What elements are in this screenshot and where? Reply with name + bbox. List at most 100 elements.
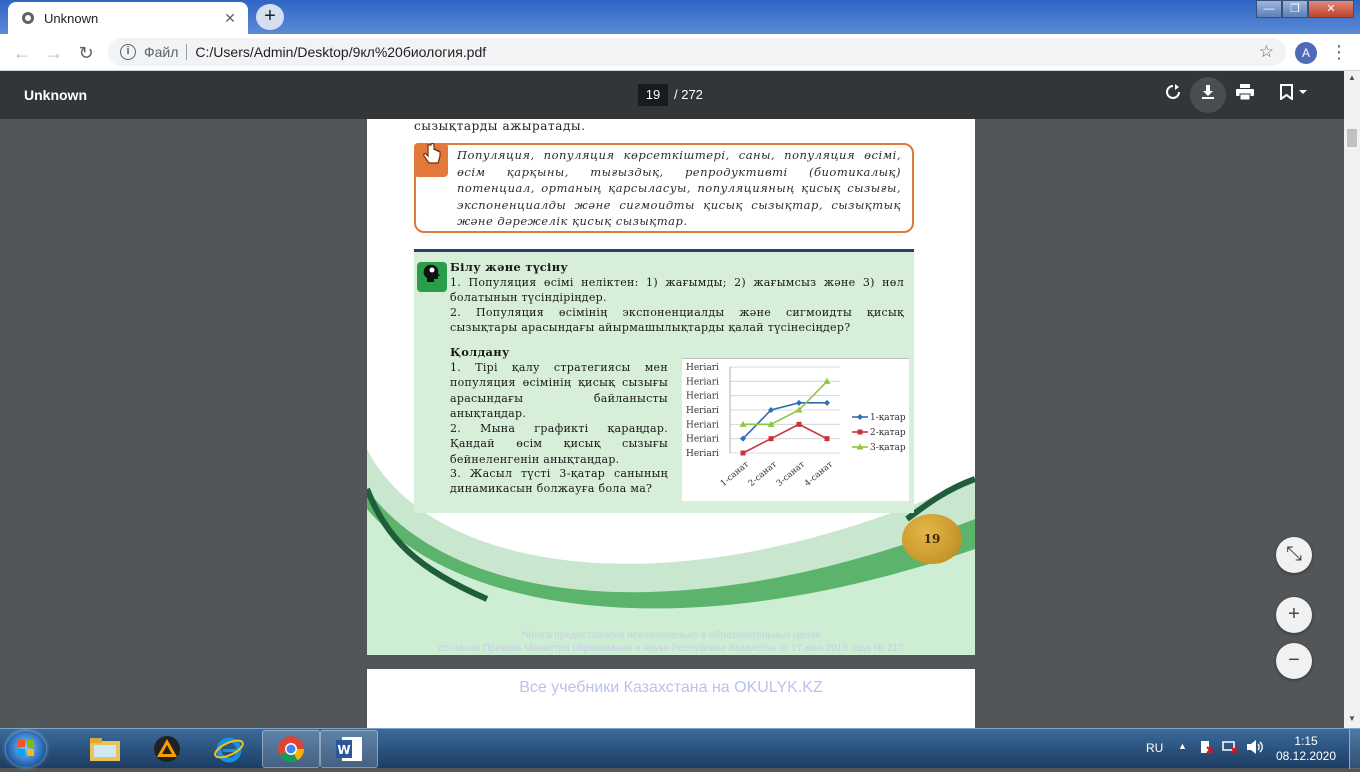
chart-y-tick-label: Heriarі bbox=[686, 449, 719, 459]
page-number-badge: 19 bbox=[902, 514, 962, 564]
chart-y-tick-label: Heriarі bbox=[686, 392, 719, 402]
scroll-down-icon[interactable]: ▼ bbox=[1344, 714, 1360, 728]
chart-legend-marker bbox=[857, 414, 863, 420]
chart-point bbox=[796, 399, 802, 406]
info-icon[interactable]: i bbox=[120, 44, 136, 60]
questions-box: Білу және түсіну 1. Популяция өсімі нелі… bbox=[414, 249, 914, 513]
explorer-taskbar-icon[interactable] bbox=[76, 730, 134, 768]
chart-y-tick-label: Heriarі bbox=[686, 435, 719, 445]
url-separator bbox=[186, 44, 188, 60]
document-title: Unknown bbox=[24, 87, 87, 103]
watermark-text: Все учебники Казахстана на OKULYK.KZ bbox=[519, 679, 823, 696]
download-icon[interactable] bbox=[1190, 77, 1226, 113]
chart-y-tick-label: Heriarі bbox=[686, 420, 719, 430]
page-number-input[interactable]: 19 bbox=[638, 84, 668, 106]
fit-page-button[interactable]: ⤡ bbox=[1276, 537, 1312, 573]
tab-close-icon[interactable]: ✕ bbox=[222, 10, 238, 26]
forward-button[interactable]: → bbox=[42, 41, 66, 65]
chart-series-line bbox=[742, 402, 827, 440]
chart-point bbox=[824, 436, 830, 442]
network-icon[interactable] bbox=[1222, 739, 1238, 758]
chart-y-tick-label: Heriarі bbox=[686, 406, 719, 416]
zoom-out-button[interactable]: − bbox=[1276, 643, 1312, 679]
question-item: 2. Популяция өсімінің экспоненциалды жән… bbox=[450, 306, 904, 335]
intro-text: сызықтарды ажыратады. bbox=[414, 119, 586, 133]
footnote-line: *Книга предоставлена исключительно в обр… bbox=[521, 630, 821, 641]
pdf-viewer[interactable]: сызықтарды ажыратады. Популяция, популяц… bbox=[0, 119, 1344, 728]
question-item: 1. Популяция өсімі неліктен: 1) жағымды;… bbox=[450, 276, 904, 305]
chart-legend-label: 3-қатар bbox=[870, 443, 906, 453]
zoom-in-button[interactable]: + bbox=[1276, 597, 1312, 633]
chart-svg: Heriarі Heriarі Heriarі Heriarі Heriarі Heria… bbox=[686, 363, 906, 489]
tray-expand-icon[interactable]: ▲ bbox=[1178, 741, 1187, 751]
clock-date: 08.12.2020 bbox=[1275, 749, 1337, 763]
section-title-application: Қолдану bbox=[450, 345, 510, 359]
profile-avatar[interactable]: A bbox=[1295, 42, 1317, 64]
new-tab-button[interactable]: + bbox=[256, 4, 284, 30]
chart-point bbox=[824, 399, 830, 406]
line-chart: Heriarі Heriarі Heriarі Heriarі Heriarі Heria… bbox=[682, 358, 909, 501]
browser-menu-icon[interactable]: ⋮ bbox=[1330, 41, 1348, 65]
close-window-button[interactable]: ✕ bbox=[1308, 0, 1354, 18]
tab-strip: Unknown ✕ + — ❐ ✕ bbox=[0, 0, 1360, 34]
browser-toolbar: ← → ↻ i Файл C:/Users/Admin/Desktop/9кл%… bbox=[0, 34, 1360, 71]
chart-y-tick-label: Heriarі bbox=[686, 363, 719, 373]
bookmark-icon[interactable] bbox=[1274, 81, 1314, 109]
minimize-button[interactable]: — bbox=[1256, 0, 1282, 18]
rotate-icon[interactable] bbox=[1159, 81, 1187, 109]
action-center-icon[interactable] bbox=[1198, 739, 1214, 758]
question-item: 1. Тірі қалу стратегиясы мен популяция ө… bbox=[450, 361, 668, 421]
address-bar[interactable]: i Файл C:/Users/Admin/Desktop/9кл%20биол… bbox=[108, 38, 1286, 66]
print-icon[interactable] bbox=[1231, 81, 1259, 109]
globe-icon bbox=[20, 10, 36, 26]
reload-button[interactable]: ↻ bbox=[74, 41, 98, 65]
show-desktop-button[interactable] bbox=[1349, 729, 1360, 769]
key-terms-text: Популяция, популяция көрсеткіштері, саны… bbox=[457, 148, 901, 229]
browser-tab[interactable]: Unknown ✕ bbox=[8, 2, 248, 34]
clock-time: 1:15 bbox=[1294, 734, 1318, 748]
vertical-scrollbar[interactable]: ▲ ▼ bbox=[1344, 71, 1360, 728]
pdf-page: сызықтарды ажыратады. Популяция, популяц… bbox=[367, 119, 975, 655]
taskbar: W RU ▲ 1:15 08.12.2020 bbox=[0, 728, 1360, 769]
scrollbar-thumb[interactable] bbox=[1347, 129, 1357, 147]
chart-x-tick-label: 4-санат bbox=[803, 459, 835, 488]
footnote: *Книга предоставлена исключительно в обр… bbox=[367, 629, 975, 655]
section-title-knowledge: Білу және түсіну bbox=[450, 260, 569, 274]
chrome-taskbar-icon[interactable] bbox=[262, 730, 320, 768]
question-item: 3. Жасыл түсті 3-қатар санының динамикас… bbox=[450, 467, 668, 496]
pdf-toolbar: Unknown 19 / 272 bbox=[0, 71, 1360, 119]
tab-title: Unknown bbox=[44, 10, 99, 26]
avast-taskbar-icon[interactable] bbox=[138, 730, 196, 768]
word-taskbar-icon[interactable]: W bbox=[320, 730, 378, 768]
language-indicator[interactable]: RU bbox=[1146, 741, 1163, 755]
start-button[interactable] bbox=[6, 731, 46, 767]
chart-x-tick-label: 1-санат bbox=[719, 459, 751, 488]
page-total: / 272 bbox=[674, 87, 703, 102]
svg-text:W: W bbox=[337, 743, 350, 757]
maximize-button[interactable]: ❐ bbox=[1282, 0, 1308, 18]
volume-icon[interactable] bbox=[1246, 739, 1264, 758]
question-item: 2. Мына графикті қараңдар. Қандай өсім қ… bbox=[450, 422, 668, 466]
chart-legend-marker bbox=[857, 429, 863, 435]
footnote-line: согласно Приказа Министра образования и … bbox=[438, 643, 904, 654]
head-profile-icon bbox=[417, 262, 447, 292]
window-controls: — ❐ ✕ bbox=[1256, 0, 1354, 20]
clock[interactable]: 1:15 08.12.2020 bbox=[1270, 734, 1342, 764]
internet-explorer-taskbar-icon[interactable] bbox=[200, 730, 258, 768]
chart-x-tick-label: 2-санат bbox=[747, 459, 779, 488]
chart-point bbox=[796, 421, 802, 427]
pdf-page: Все учебники Казахстана на OKULYK.KZ bbox=[367, 669, 975, 728]
url-scheme: Файл bbox=[144, 44, 179, 60]
url-text[interactable]: C:/Users/Admin/Desktop/9кл%20биология.pd… bbox=[195, 44, 486, 60]
chart-legend-label: 1-қатар bbox=[870, 413, 906, 423]
chart-point bbox=[823, 377, 831, 384]
back-button[interactable]: ← bbox=[10, 41, 34, 65]
chart-point bbox=[740, 450, 746, 456]
pointing-hand-icon bbox=[414, 142, 448, 177]
scroll-up-icon[interactable]: ▲ bbox=[1344, 73, 1360, 87]
chart-legend-label: 2-қатар bbox=[870, 428, 906, 438]
chart-x-tick-label: 3-санат bbox=[775, 459, 807, 488]
bookmark-star-icon[interactable]: ☆ bbox=[1259, 42, 1274, 62]
chart-y-tick-label: Heriarі bbox=[686, 377, 719, 387]
chart-point bbox=[768, 436, 774, 442]
